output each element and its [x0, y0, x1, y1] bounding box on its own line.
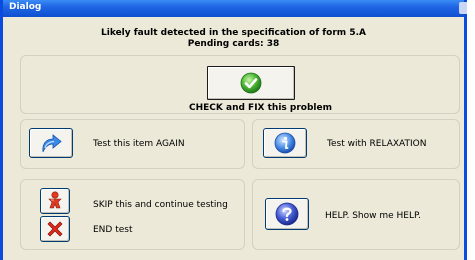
blue-redo-arrow-icon — [42, 134, 62, 153]
dialog-window: Dialog Likely fault detected in the spec… — [0, 0, 467, 260]
skip-end-panel: SKIP this and continue testing END test — [20, 179, 245, 250]
test-relaxation-label: Test with RELAXATION — [327, 139, 427, 149]
skip-label: SKIP this and continue testing — [93, 200, 228, 210]
red-x-icon — [47, 221, 63, 237]
check-fix-label: CHECK and FIX this problem — [189, 103, 332, 113]
info-icon — [274, 132, 296, 154]
help-question-icon — [275, 202, 299, 226]
titlebar-button[interactable] — [459, 2, 467, 14]
pending-cards: Pending cards: 38 — [187, 39, 280, 49]
end-button[interactable] — [40, 216, 70, 242]
help-button[interactable] — [265, 198, 309, 230]
window-title: Dialog — [9, 2, 42, 12]
green-check-icon — [240, 72, 262, 94]
dialog-header: Likely fault detected in the specificati… — [3, 28, 464, 50]
test-again-button[interactable] — [29, 128, 73, 158]
end-label: END test — [93, 225, 133, 235]
fault-message: Likely fault detected in the specificati… — [101, 28, 366, 38]
skip-button[interactable] — [40, 188, 70, 214]
help-label: HELP. Show me HELP. — [325, 211, 421, 221]
red-person-icon — [48, 191, 62, 209]
test-again-panel: Test this item AGAIN — [20, 119, 245, 169]
test-relaxation-panel: Test with RELAXATION — [252, 119, 460, 169]
check-fix-panel: CHECK and FIX this problem — [20, 55, 460, 114]
test-again-label: Test this item AGAIN — [93, 139, 185, 149]
title-bar[interactable]: Dialog — [3, 0, 467, 17]
test-relaxation-button[interactable] — [263, 128, 307, 158]
help-panel: HELP. Show me HELP. — [252, 179, 460, 250]
check-fix-button[interactable] — [207, 66, 295, 100]
